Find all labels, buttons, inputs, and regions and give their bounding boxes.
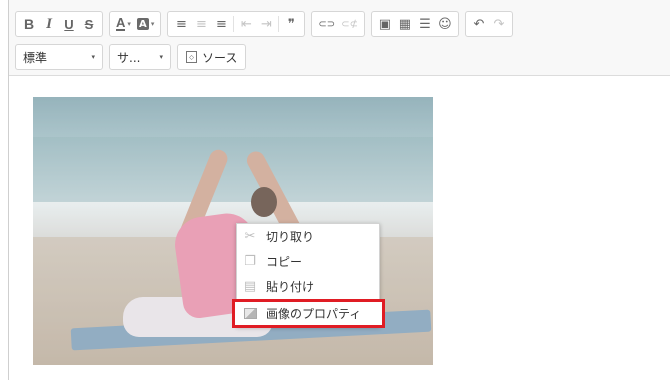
image-glyph: [243, 308, 257, 319]
undo-icon: ↶: [473, 16, 485, 32]
unlink-button[interactable]: ⊂⊄: [338, 12, 361, 36]
unlink-icon: ⊂⊄: [341, 18, 358, 30]
chevron-down-icon: ▾: [91, 53, 95, 61]
insert-group: ▣ ▦ ☰ ☺: [370, 11, 459, 37]
history-group: ↶ ↷: [464, 11, 513, 37]
redo-button[interactable]: ↷: [489, 12, 509, 36]
link-button[interactable]: ⊂⊃: [315, 12, 338, 36]
font-combo[interactable]: サ... ▾: [109, 44, 171, 70]
background-color-icon: A: [136, 18, 149, 30]
image-properties-label: 画像のプロパティ: [266, 307, 362, 321]
cut-menu-item[interactable]: ✂ 切り取り: [237, 224, 379, 249]
source-icon: ◇: [186, 51, 197, 63]
align-center-button[interactable]: ≡: [191, 12, 211, 36]
align-right-button[interactable]: ≡: [211, 12, 231, 36]
blockquote-button[interactable]: ❞: [281, 12, 301, 36]
rich-text-editor: B I U S A ▾ A ▾ ≡ ≡ ≡ ⇤ ⇥ ❞ ⊂⊃ ⊂⊄ ▣ ▦ ☰ …: [8, 0, 670, 380]
table-icon: ▦: [398, 16, 412, 32]
format-combo-value: 標準: [23, 50, 48, 65]
horizontal-rule-button[interactable]: ☰: [415, 12, 435, 36]
bold-button[interactable]: B: [19, 12, 39, 36]
image-properties-menu-item[interactable]: 画像のプロパティ: [232, 299, 385, 328]
copy-icon: ❐: [244, 254, 256, 269]
basic-styles-group: B I U S: [15, 11, 103, 37]
chevron-down-icon: ▾: [127, 20, 131, 28]
context-menu: ✂ 切り取り ❐ コピー ▤ 貼り付け 画像のプロパティ: [232, 223, 385, 328]
paragraph-group: ≡ ≡ ≡ ⇤ ⇥ ❞: [167, 11, 306, 37]
copy-label: コピー: [266, 255, 303, 269]
paste-menu-item[interactable]: ▤ 貼り付け: [237, 274, 379, 299]
indent-button[interactable]: ⇥: [256, 12, 276, 36]
horizontal-rule-icon: ☰: [419, 16, 431, 32]
table-button[interactable]: ▦: [395, 12, 415, 36]
strike-button[interactable]: S: [79, 12, 99, 36]
background-color-button[interactable]: A ▾: [134, 12, 158, 36]
smiley-button[interactable]: ☺: [435, 12, 455, 36]
chevron-down-icon: ▾: [159, 53, 163, 61]
font-combo-value: サ...: [117, 50, 141, 65]
toolbar-separator: [278, 16, 280, 32]
text-color-button[interactable]: A ▾: [113, 12, 134, 36]
link-icon: ⊂⊃: [318, 18, 336, 30]
indent-icon: ⇥: [260, 16, 272, 32]
outdent-button[interactable]: ⇤: [236, 12, 256, 36]
image-button[interactable]: ▣: [375, 12, 395, 36]
editor-toolbar: B I U S A ▾ A ▾ ≡ ≡ ≡ ⇤ ⇥ ❞ ⊂⊃ ⊂⊄ ▣ ▦ ☰ …: [9, 0, 670, 76]
align-right-icon: ≡: [215, 16, 227, 32]
toolbar-row-2: 標準 ▾ サ... ▾ ◇ ソース: [15, 44, 247, 70]
underline-button[interactable]: U: [59, 12, 79, 36]
format-combo[interactable]: 標準 ▾: [15, 44, 103, 70]
image-icon: ▣: [378, 16, 392, 32]
scissors-icon: ✂: [244, 229, 256, 244]
cut-label: 切り取り: [266, 230, 315, 244]
links-group: ⊂⊃ ⊂⊄: [311, 11, 365, 37]
image-icon: [241, 305, 259, 323]
paste-label: 貼り付け: [266, 280, 315, 294]
redo-icon: ↷: [493, 16, 505, 32]
source-button-label: ソース: [202, 50, 238, 65]
colors-group: A ▾ A ▾: [109, 11, 162, 37]
quote-icon: ❞: [287, 16, 295, 32]
align-left-icon: ≡: [175, 16, 187, 32]
editor-content-area[interactable]: ✂ 切り取り ❐ コピー ▤ 貼り付け 画像のプロパティ: [9, 76, 670, 380]
outdent-icon: ⇤: [240, 16, 252, 32]
undo-button[interactable]: ↶: [469, 12, 489, 36]
clipboard-icon: ▤: [243, 279, 257, 294]
toolbar-separator: [233, 16, 235, 32]
toolbar-row-1: B I U S A ▾ A ▾ ≡ ≡ ≡ ⇤ ⇥ ❞ ⊂⊃ ⊂⊄ ▣ ▦ ☰ …: [15, 11, 519, 37]
copy-menu-item[interactable]: ❐ コピー: [237, 249, 379, 274]
align-center-icon: ≡: [195, 16, 207, 32]
align-left-button[interactable]: ≡: [171, 12, 191, 36]
smiley-icon: ☺: [438, 16, 452, 32]
text-color-icon: A: [116, 15, 126, 31]
chevron-down-icon: ▾: [150, 20, 155, 28]
source-button[interactable]: ◇ ソース: [177, 44, 247, 70]
italic-button[interactable]: I: [39, 12, 59, 36]
